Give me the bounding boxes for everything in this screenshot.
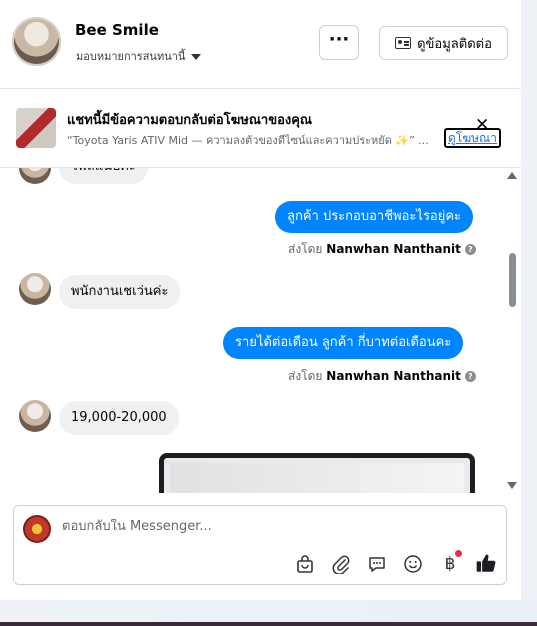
- image-attachment[interactable]: [159, 453, 475, 493]
- sent-by-prefix: ส่งโดย: [288, 369, 323, 383]
- contact-avatar-small: [19, 400, 51, 432]
- page-avatar: [23, 515, 51, 543]
- scroll-up-arrow-icon[interactable]: [507, 172, 517, 179]
- assign-conversation-dropdown[interactable]: มอบหมายการสนทนานี้: [76, 47, 202, 65]
- ad-thumbnail: [16, 108, 56, 148]
- assign-conversation-label: มอบหมายการสนทนานี้: [76, 50, 186, 63]
- view-ad-link[interactable]: ดูโฆษณา: [444, 128, 501, 148]
- outgoing-message[interactable]: รายได้ต่อเดือน ลูกค้า กี่บาทต่อเดือนคะ: [223, 327, 464, 359]
- incoming-message[interactable]: 19,000-20,000: [59, 401, 179, 435]
- sender-name: Nanwhan Nanthanit: [326, 369, 461, 383]
- payment-baht-icon[interactable]: ฿: [440, 554, 460, 574]
- conversation-header: Bee Smile มอบหมายการสนทนานี้ ··· ดูข้อมู…: [0, 0, 521, 89]
- emoji-icon[interactable]: [403, 554, 423, 574]
- saved-replies-icon[interactable]: [367, 554, 387, 574]
- message-composer: ฿: [13, 505, 507, 585]
- page-background: [521, 0, 537, 600]
- caret-down-icon: [191, 54, 202, 60]
- thumbs-up-icon[interactable]: [475, 552, 497, 574]
- window-edge: [0, 622, 537, 626]
- more-options-button[interactable]: ···: [319, 25, 359, 60]
- scrollbar-thumb[interactable]: [509, 253, 516, 307]
- contact-avatar-small: [19, 273, 51, 305]
- ad-reply-banner: แชทนี้มีข้อความตอบกลับต่อโฆษณาของคุณ “To…: [0, 89, 521, 168]
- sender-name: Nanwhan Nanthanit: [326, 242, 461, 256]
- ad-description: “Toyota Yaris ATIV Mid — ความลงตัวของดีไ…: [67, 134, 429, 147]
- shopping-bag-icon[interactable]: [295, 554, 315, 574]
- reply-input[interactable]: [62, 519, 462, 534]
- ad-banner-title: แชทนี้มีข้อความตอบกลับต่อโฆษณาของคุณ: [67, 113, 312, 128]
- sent-by-prefix: ส่งโดย: [288, 242, 323, 256]
- notification-dot: [455, 550, 462, 557]
- conversation-panel: Bee Smile มอบหมายการสนทนานี้ ··· ดูข้อมู…: [0, 0, 521, 600]
- contact-name[interactable]: Bee Smile: [75, 21, 159, 39]
- incoming-message[interactable]: พนักงานเชเว่นค่ะ: [59, 275, 181, 309]
- view-contact-info-label: ดูข้อมูลติดต่อ: [417, 36, 492, 52]
- contact-avatar[interactable]: [12, 17, 61, 66]
- help-icon[interactable]: ?: [464, 371, 476, 382]
- incoming-message[interactable]: ไฟล์แนบค่ะ: [59, 168, 148, 184]
- message-thread: ไฟล์แนบค่ะ ลูกค้า ประกอบอาชีพอะไรอยู่คะ …: [0, 168, 521, 493]
- sent-by-label: ส่งโดย Nanwhan Nanthanit?: [288, 240, 476, 259]
- help-icon[interactable]: ?: [464, 244, 476, 255]
- sent-by-label: ส่งโดย Nanwhan Nanthanit?: [288, 367, 476, 386]
- outgoing-message[interactable]: ลูกค้า ประกอบอาชีพอะไรอยู่คะ: [275, 201, 474, 233]
- contact-avatar-small: [19, 168, 51, 184]
- scroll-down-arrow-icon[interactable]: [507, 482, 517, 489]
- attachment-icon[interactable]: [331, 554, 351, 574]
- view-contact-info-button[interactable]: ดูข้อมูลติดต่อ: [379, 26, 508, 60]
- contact-card-icon: [395, 37, 412, 49]
